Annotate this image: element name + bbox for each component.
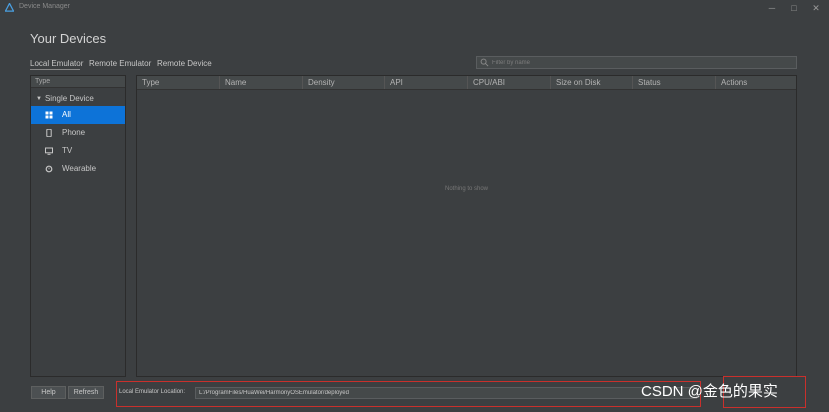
tab-remote-emulator[interactable]: Remote Emulator: [89, 59, 151, 68]
device-table: Type Name Density API CPU/ABI Size on Di…: [136, 75, 797, 377]
table-header: Type Name Density API CPU/ABI Size on Di…: [137, 76, 796, 90]
column-header-size-on-disk[interactable]: Size on Disk: [551, 76, 633, 89]
tv-icon: [45, 147, 53, 155]
app-logo-icon: [5, 3, 14, 12]
page-title: Your Devices: [30, 31, 107, 46]
column-header-status[interactable]: Status: [633, 76, 716, 89]
emulator-location-highlight: Local Emulator Location:: [116, 381, 701, 407]
single-device-group[interactable]: ▼ Single Device: [31, 92, 125, 106]
minimize-button[interactable]: ─: [762, 1, 782, 15]
device-type-panel: Type ▼ Single Device All Phone TV Wearabl…: [30, 75, 126, 377]
empty-table-message: Nothing to show: [444, 186, 489, 192]
sidebar-item-label: TV: [62, 146, 73, 155]
column-header-type[interactable]: Type: [137, 76, 220, 89]
title-bar: Device Manager ─ □ ✕: [0, 0, 829, 16]
type-panel-header: Type: [31, 76, 125, 88]
emulator-location-field[interactable]: [195, 387, 697, 399]
watch-icon: [45, 165, 53, 173]
expand-caret-icon: ▼: [36, 96, 42, 102]
search-icon: [480, 58, 489, 67]
filter-input[interactable]: [492, 57, 792, 68]
close-button[interactable]: ✕: [806, 1, 826, 15]
tab-remote-device[interactable]: Remote Device: [157, 59, 212, 68]
filter-box: [476, 56, 797, 69]
column-header-name[interactable]: Name: [220, 76, 303, 89]
sidebar-item-label: Phone: [62, 128, 86, 137]
help-button[interactable]: Help: [31, 386, 66, 399]
grid-icon: [45, 111, 53, 119]
selected-tab-indicator: [30, 69, 80, 70]
table-body: Nothing to show: [137, 91, 796, 376]
column-header-cpu-abi[interactable]: CPU/ABI: [468, 76, 551, 89]
window-title: Device Manager: [19, 3, 70, 10]
sidebar-item-label: All: [62, 110, 71, 119]
tab-local-emulator[interactable]: Local Emulator: [30, 59, 83, 68]
maximize-button[interactable]: □: [784, 1, 804, 15]
sidebar-item-label: Wearable: [62, 164, 97, 173]
watermark: CSDN @金色的果实: [641, 383, 778, 400]
phone-icon: [46, 129, 52, 137]
sidebar-item-phone[interactable]: Phone: [31, 124, 125, 142]
column-header-api[interactable]: API: [385, 76, 468, 89]
column-header-actions[interactable]: Actions: [716, 76, 796, 89]
emulator-location-label: Local Emulator Location:: [119, 389, 186, 395]
refresh-button[interactable]: Refresh: [68, 386, 104, 399]
sidebar-item-tv[interactable]: TV: [31, 142, 125, 160]
sidebar-item-wearable[interactable]: Wearable: [31, 160, 125, 178]
column-header-density[interactable]: Density: [303, 76, 385, 89]
single-device-label: Single Device: [44, 94, 94, 103]
sidebar-item-all[interactable]: All: [31, 106, 125, 124]
